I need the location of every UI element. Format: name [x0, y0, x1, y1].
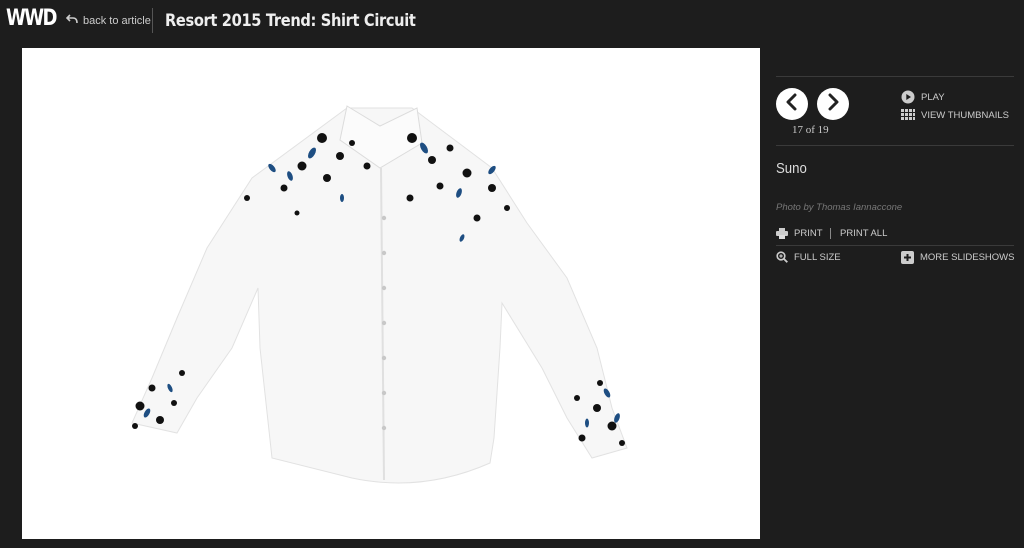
chevron-left-icon [785, 93, 799, 116]
next-slide-button[interactable] [817, 88, 849, 120]
print-button[interactable]: PRINT [776, 228, 823, 239]
back-to-article-link[interactable]: back to article [65, 14, 151, 27]
link-separator [830, 228, 831, 239]
grid-icon [901, 109, 915, 121]
divider [776, 76, 1014, 77]
divider [776, 145, 1014, 146]
view-thumbnails-button[interactable]: VIEW THUMBNAILS [901, 109, 1009, 121]
play-circle-icon [901, 90, 915, 104]
wwd-logo[interactable]: WWD [6, 6, 57, 31]
full-size-label: FULL SIZE [794, 251, 841, 263]
slideshow-sidebar: 17 of 19 PLAY VIEW THUMBNAILS Suno Photo… [776, 76, 1015, 266]
play-button[interactable]: PLAY [901, 90, 945, 104]
more-slideshows-button[interactable]: MORE SLIDESHOWS [901, 251, 1015, 264]
printer-icon [776, 228, 788, 239]
white-shirt-photo [131, 105, 628, 484]
chevron-right-icon [826, 93, 840, 116]
magnifier-icon [776, 251, 788, 263]
top-bar: WWD back to article Resort 2015 Trend: S… [0, 0, 1024, 44]
view-thumbnails-label: VIEW THUMBNAILS [921, 109, 1009, 121]
previous-slide-button[interactable] [776, 88, 808, 120]
header-divider [152, 8, 153, 33]
slideshow-title: Resort 2015 Trend: Shirt Circuit [165, 11, 416, 31]
divider [776, 245, 1014, 246]
slide-counter: 17 of 19 [792, 124, 829, 136]
print-all-button[interactable]: PRINT ALL [840, 228, 887, 239]
back-to-article-label: back to article [83, 14, 151, 27]
full-size-button[interactable]: FULL SIZE [776, 251, 841, 263]
print-label: PRINT [794, 228, 823, 239]
more-slideshows-label: MORE SLIDESHOWS [920, 252, 1015, 263]
slide-caption: Suno [776, 160, 807, 177]
print-all-label: PRINT ALL [840, 228, 888, 239]
play-label: PLAY [921, 91, 945, 103]
plus-square-icon [901, 251, 914, 264]
photo-credit: Photo by Thomas Iannaccone [776, 202, 903, 213]
curved-arrow-icon [65, 14, 83, 27]
slide-image[interactable] [22, 48, 760, 539]
